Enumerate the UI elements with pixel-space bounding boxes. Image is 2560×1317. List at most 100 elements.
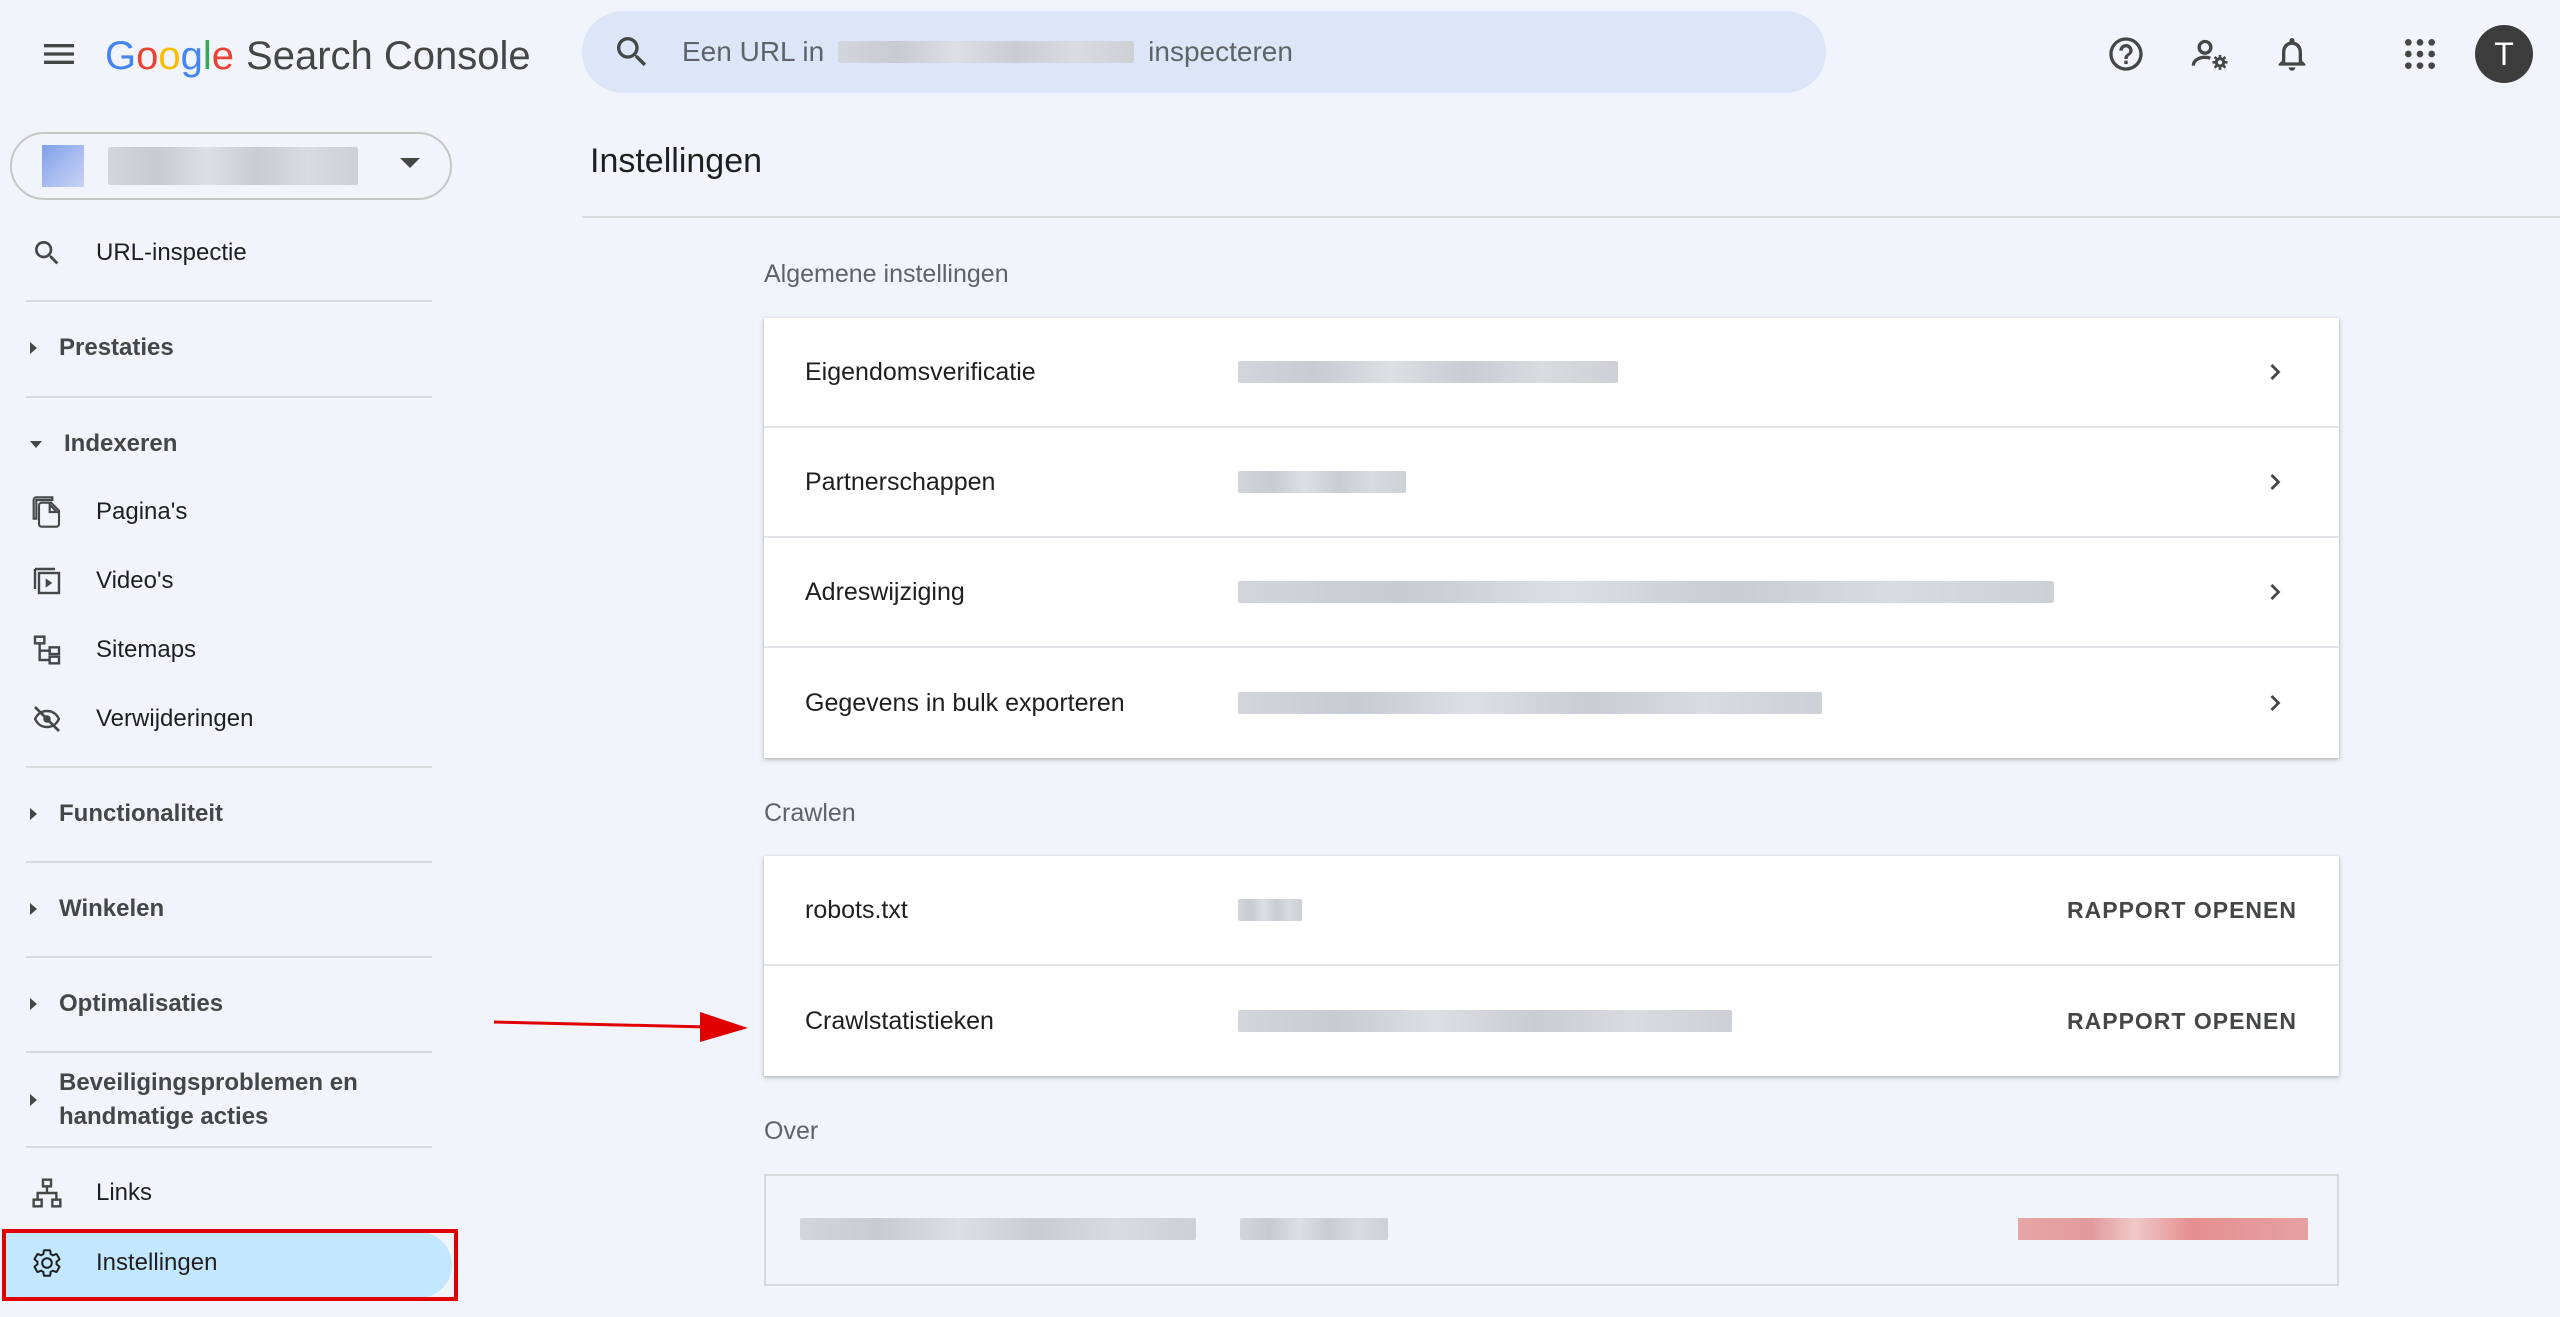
expand-arrow-icon	[30, 903, 37, 915]
main-menu-button[interactable]	[30, 28, 88, 80]
chevron-right-icon	[2270, 364, 2281, 380]
settings-row-ownership-verification[interactable]: Eigendomsverificatie	[764, 318, 2339, 428]
sidebar-divider	[26, 861, 432, 863]
chevron-right-icon	[2270, 584, 2281, 600]
search-placeholder-prefix: Een URL in	[682, 36, 825, 67]
row-label: Crawlstatistieken	[805, 1006, 994, 1035]
sidebar-section-label: Winkelen	[59, 895, 165, 922]
search-placeholder: Een URL in inspecteren	[682, 36, 1293, 68]
sidebar-section-performance[interactable]: Prestaties	[30, 334, 174, 362]
redacted-row-value	[1238, 1010, 1732, 1032]
product-name: Search Console	[246, 33, 531, 78]
settings-row-associations[interactable]: Partnerschappen	[764, 428, 2339, 538]
help-button[interactable]	[2099, 27, 2153, 81]
apps-button[interactable]	[2393, 27, 2447, 81]
manage-users-icon	[2191, 39, 2228, 70]
google-search-console-logo[interactable]: Google Search Console	[105, 26, 531, 86]
row-label: Adreswijziging	[805, 577, 965, 606]
sidebar-item-settings[interactable]: Instellingen	[30, 1233, 217, 1293]
expand-arrow-icon	[30, 1094, 37, 1106]
chevron-right-icon	[2270, 695, 2281, 711]
property-selector[interactable]	[10, 132, 452, 200]
page-title: Instellingen	[590, 142, 763, 180]
sidebar-item-label: Video's	[96, 567, 174, 594]
settings-row-robots-txt[interactable]: robots.txt RAPPORT OPENEN	[764, 856, 2339, 966]
search-icon	[617, 37, 647, 67]
logo-letter: G	[105, 33, 137, 78]
search-placeholder-suffix: inspecteren	[1148, 36, 1293, 67]
sidebar-item-videos[interactable]: Video's	[30, 551, 174, 611]
pages-icon	[30, 495, 64, 529]
collapse-arrow-icon	[30, 440, 42, 448]
sidebar-divider	[26, 956, 432, 958]
manage-users-button[interactable]	[2183, 27, 2237, 81]
sidebar-divider	[26, 1051, 432, 1053]
notifications-button[interactable]	[2265, 27, 2319, 81]
redacted-property-name	[108, 147, 358, 185]
sidebar-divider	[26, 300, 432, 302]
logo-letter: o	[158, 33, 181, 78]
redacted-row-value	[1238, 361, 1618, 383]
logo-letter: l	[202, 33, 212, 78]
redacted-about-link[interactable]	[2018, 1218, 2308, 1240]
sidebar-item-pages[interactable]: Pagina's	[30, 482, 187, 542]
sidebar-divider	[26, 766, 432, 768]
sidebar-item-label: Instellingen	[96, 1249, 218, 1276]
sidebar-section-label-line: handmatige acties	[59, 1103, 269, 1130]
logo-letter: e	[211, 33, 235, 78]
expand-arrow-icon	[30, 998, 37, 1010]
redacted-row-value	[1238, 581, 2054, 603]
settings-row-change-of-address[interactable]: Adreswijziging	[764, 538, 2339, 648]
section-label-about: Over	[764, 1117, 819, 1145]
section-label-crawling: Crawlen	[764, 799, 856, 827]
settings-row-bulk-data-export[interactable]: Gegevens in bulk exporteren	[764, 648, 2339, 758]
sidebar-section-label: Prestaties	[59, 334, 174, 361]
general-settings-card: Eigendomsverificatie Partnerschappen Adr…	[764, 318, 2339, 758]
row-label: Eigendomsverificatie	[805, 357, 1036, 386]
sidebar-section-label: Beveiligingsproblemen en handmatige acti…	[59, 1066, 358, 1134]
sidebar-section-functionality[interactable]: Functionaliteit	[30, 800, 223, 828]
chevron-right-icon	[2270, 474, 2281, 490]
sidebar-section-security-manual-actions[interactable]: Beveiligingsproblemen en handmatige acti…	[30, 1066, 358, 1134]
account-avatar[interactable]: T	[2475, 25, 2533, 83]
sidebar-item-label: Sitemaps	[96, 636, 197, 663]
section-label-general: Algemene instellingen	[764, 260, 1009, 288]
sitemap-icon	[30, 633, 64, 667]
sidebar-divider	[26, 1146, 432, 1148]
sidebar-item-label: URL-inspectie	[96, 239, 247, 266]
sidebar-item-url-inspection[interactable]: URL-inspectie	[30, 223, 247, 283]
apps-grid-icon	[2405, 39, 2435, 69]
help-icon	[2109, 37, 2143, 71]
sidebar-item-removals[interactable]: Verwijderingen	[30, 689, 253, 749]
sidebar-section-label-line: Beveiligingsproblemen en	[59, 1069, 358, 1096]
sidebar-item-sitemaps[interactable]: Sitemaps	[30, 620, 196, 680]
expand-arrow-icon	[30, 808, 37, 820]
menu-icon	[44, 44, 74, 64]
sidebar-section-shopping[interactable]: Winkelen	[30, 895, 164, 923]
row-label: Gegevens in bulk exporteren	[805, 688, 1125, 717]
redacted-row-value	[1238, 899, 1302, 921]
open-report-button[interactable]: RAPPORT OPENEN	[2067, 1008, 2297, 1035]
row-label: Partnerschappen	[805, 467, 996, 496]
redacted-row-value	[1238, 471, 1406, 493]
sidebar-section-indexing[interactable]: Indexeren	[30, 430, 177, 458]
app-header: Google Search Console Een URL in inspect…	[0, 0, 2560, 110]
sidebar-section-enhancements[interactable]: Optimalisaties	[30, 990, 223, 1018]
sidebar-section-label: Optimalisaties	[59, 990, 224, 1017]
redacted-about-text	[1240, 1218, 1388, 1240]
row-label: robots.txt	[805, 895, 908, 924]
url-inspection-search-input[interactable]: Een URL in inspecteren	[582, 11, 1826, 93]
links-icon	[30, 1176, 64, 1210]
open-report-button[interactable]: RAPPORT OPENEN	[2067, 897, 2297, 924]
settings-row-crawl-stats[interactable]: Crawlstatistieken RAPPORT OPENEN	[764, 966, 2339, 1076]
sidebar-item-label: Pagina's	[96, 498, 188, 525]
crawling-card: robots.txt RAPPORT OPENEN Crawlstatistie…	[764, 856, 2339, 1076]
sidebar-divider	[26, 396, 432, 398]
gear-icon	[30, 1246, 64, 1280]
notifications-icon	[2278, 38, 2306, 71]
expand-arrow-icon	[30, 342, 37, 354]
sidebar-item-links[interactable]: Links	[30, 1163, 152, 1223]
video-pages-icon	[30, 564, 64, 598]
about-card	[764, 1174, 2339, 1286]
sidebar-item-label: Verwijderingen	[96, 705, 254, 732]
